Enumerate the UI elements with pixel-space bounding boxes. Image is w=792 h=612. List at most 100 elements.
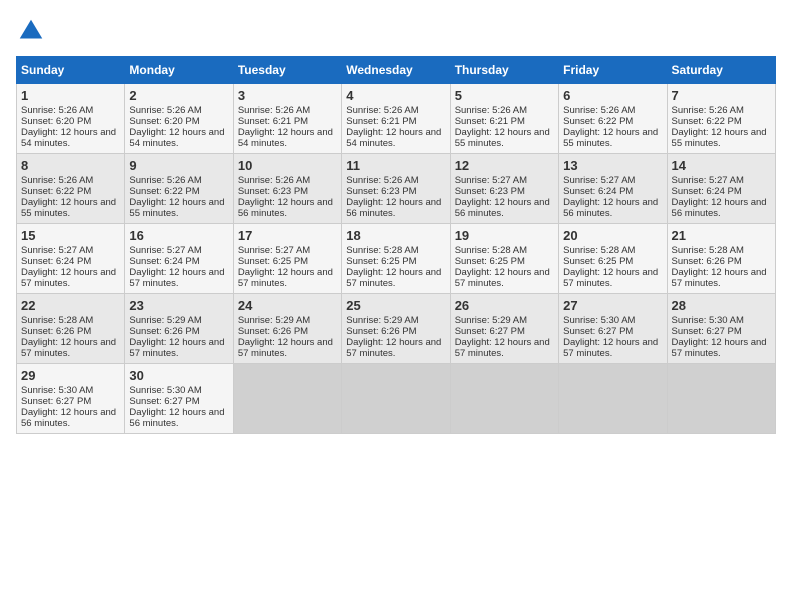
sunrise-text: Sunrise: 5:26 AM: [346, 175, 445, 186]
daylight-text: Daylight: 12 hours and 57 minutes.: [455, 337, 554, 359]
daylight-text: Daylight: 12 hours and 57 minutes.: [238, 267, 337, 289]
day-number: 22: [21, 298, 120, 313]
calendar-cell: 5Sunrise: 5:26 AMSunset: 6:21 PMDaylight…: [450, 84, 558, 154]
day-number: 4: [346, 88, 445, 103]
sunset-text: Sunset: 6:25 PM: [346, 256, 445, 267]
daylight-text: Daylight: 12 hours and 54 minutes.: [238, 127, 337, 149]
sunrise-text: Sunrise: 5:27 AM: [672, 175, 771, 186]
calendar-cell: 26Sunrise: 5:29 AMSunset: 6:27 PMDayligh…: [450, 294, 558, 364]
sunrise-text: Sunrise: 5:26 AM: [129, 175, 228, 186]
calendar-week-row: 29Sunrise: 5:30 AMSunset: 6:27 PMDayligh…: [17, 364, 776, 434]
day-number: 14: [672, 158, 771, 173]
sunset-text: Sunset: 6:22 PM: [129, 186, 228, 197]
calendar-cell: 12Sunrise: 5:27 AMSunset: 6:23 PMDayligh…: [450, 154, 558, 224]
daylight-text: Daylight: 12 hours and 57 minutes.: [563, 337, 662, 359]
calendar-cell: [233, 364, 341, 434]
sunrise-text: Sunrise: 5:28 AM: [455, 245, 554, 256]
sunset-text: Sunset: 6:22 PM: [672, 116, 771, 127]
day-number: 12: [455, 158, 554, 173]
day-number: 17: [238, 228, 337, 243]
calendar-week-row: 1Sunrise: 5:26 AMSunset: 6:20 PMDaylight…: [17, 84, 776, 154]
sunset-text: Sunset: 6:25 PM: [563, 256, 662, 267]
sunset-text: Sunset: 6:27 PM: [563, 326, 662, 337]
calendar-cell: 1Sunrise: 5:26 AMSunset: 6:20 PMDaylight…: [17, 84, 125, 154]
calendar-cell: 13Sunrise: 5:27 AMSunset: 6:24 PMDayligh…: [559, 154, 667, 224]
day-number: 13: [563, 158, 662, 173]
calendar-week-row: 15Sunrise: 5:27 AMSunset: 6:24 PMDayligh…: [17, 224, 776, 294]
logo-icon: [16, 16, 46, 46]
day-number: 27: [563, 298, 662, 313]
sunset-text: Sunset: 6:26 PM: [238, 326, 337, 337]
daylight-text: Daylight: 12 hours and 56 minutes.: [21, 407, 120, 429]
day-number: 23: [129, 298, 228, 313]
sunrise-text: Sunrise: 5:27 AM: [129, 245, 228, 256]
sunrise-text: Sunrise: 5:29 AM: [238, 315, 337, 326]
daylight-text: Daylight: 12 hours and 55 minutes.: [455, 127, 554, 149]
sunrise-text: Sunrise: 5:28 AM: [21, 315, 120, 326]
day-number: 5: [455, 88, 554, 103]
calendar-cell: 25Sunrise: 5:29 AMSunset: 6:26 PMDayligh…: [342, 294, 450, 364]
calendar-cell: 11Sunrise: 5:26 AMSunset: 6:23 PMDayligh…: [342, 154, 450, 224]
page-header: [16, 16, 776, 46]
day-number: 25: [346, 298, 445, 313]
calendar-cell: 18Sunrise: 5:28 AMSunset: 6:25 PMDayligh…: [342, 224, 450, 294]
sunset-text: Sunset: 6:22 PM: [21, 186, 120, 197]
sunset-text: Sunset: 6:24 PM: [21, 256, 120, 267]
sunrise-text: Sunrise: 5:26 AM: [672, 105, 771, 116]
day-number: 30: [129, 368, 228, 383]
header-sunday: Sunday: [17, 57, 125, 84]
day-number: 28: [672, 298, 771, 313]
calendar-cell: [342, 364, 450, 434]
header-tuesday: Tuesday: [233, 57, 341, 84]
sunrise-text: Sunrise: 5:30 AM: [672, 315, 771, 326]
calendar-cell: [559, 364, 667, 434]
calendar-cell: 19Sunrise: 5:28 AMSunset: 6:25 PMDayligh…: [450, 224, 558, 294]
calendar-cell: 8Sunrise: 5:26 AMSunset: 6:22 PMDaylight…: [17, 154, 125, 224]
day-number: 7: [672, 88, 771, 103]
calendar-cell: 23Sunrise: 5:29 AMSunset: 6:26 PMDayligh…: [125, 294, 233, 364]
sunset-text: Sunset: 6:27 PM: [21, 396, 120, 407]
header-friday: Friday: [559, 57, 667, 84]
calendar-cell: 27 Sunrise: 5:30 AMSunset: 6:27 PMDayligh…: [559, 294, 667, 364]
sunset-text: Sunset: 6:21 PM: [346, 116, 445, 127]
sunset-text: Sunset: 6:26 PM: [672, 256, 771, 267]
sunrise-text: Sunrise: 5:26 AM: [346, 105, 445, 116]
sunset-text: Sunset: 6:24 PM: [129, 256, 228, 267]
header-monday: Monday: [125, 57, 233, 84]
calendar-cell: 9Sunrise: 5:26 AMSunset: 6:22 PMDaylight…: [125, 154, 233, 224]
calendar-cell: 4Sunrise: 5:26 AMSunset: 6:21 PMDaylight…: [342, 84, 450, 154]
day-number: 19: [455, 228, 554, 243]
day-number: 3: [238, 88, 337, 103]
sunset-text: Sunset: 6:27 PM: [129, 396, 228, 407]
daylight-text: Daylight: 12 hours and 55 minutes.: [129, 197, 228, 219]
daylight-text: Daylight: 12 hours and 57 minutes.: [455, 267, 554, 289]
sunset-text: Sunset: 6:23 PM: [238, 186, 337, 197]
day-number: 29: [21, 368, 120, 383]
daylight-text: Daylight: 12 hours and 57 minutes.: [346, 337, 445, 359]
sunrise-text: Sunrise: 5:29 AM: [455, 315, 554, 326]
sunrise-text: Sunrise: 5:26 AM: [21, 175, 120, 186]
sunset-text: Sunset: 6:23 PM: [346, 186, 445, 197]
sunrise-text: Sunrise: 5:28 AM: [346, 245, 445, 256]
calendar-cell: 14Sunrise: 5:27 AMSunset: 6:24 PMDayligh…: [667, 154, 775, 224]
day-number: 21: [672, 228, 771, 243]
sunrise-text: Sunrise: 5:30 AM: [563, 315, 662, 326]
sunset-text: Sunset: 6:26 PM: [129, 326, 228, 337]
header-wednesday: Wednesday: [342, 57, 450, 84]
sunrise-text: Sunrise: 5:30 AM: [129, 385, 228, 396]
calendar-cell: 16Sunrise: 5:27 AMSunset: 6:24 PMDayligh…: [125, 224, 233, 294]
daylight-text: Daylight: 12 hours and 54 minutes.: [129, 127, 228, 149]
calendar-cell: 30Sunrise: 5:30 AMSunset: 6:27 PMDayligh…: [125, 364, 233, 434]
sunset-text: Sunset: 6:27 PM: [672, 326, 771, 337]
header-saturday: Saturday: [667, 57, 775, 84]
sunset-text: Sunset: 6:26 PM: [21, 326, 120, 337]
calendar-cell: 20Sunrise: 5:28 AMSunset: 6:25 PMDayligh…: [559, 224, 667, 294]
sunrise-text: Sunrise: 5:26 AM: [238, 175, 337, 186]
sunset-text: Sunset: 6:24 PM: [563, 186, 662, 197]
sunrise-text: Sunrise: 5:26 AM: [455, 105, 554, 116]
daylight-text: Daylight: 12 hours and 55 minutes.: [672, 127, 771, 149]
sunset-text: Sunset: 6:27 PM: [455, 326, 554, 337]
daylight-text: Daylight: 12 hours and 55 minutes.: [21, 197, 120, 219]
daylight-text: Daylight: 12 hours and 57 minutes.: [672, 267, 771, 289]
header-thursday: Thursday: [450, 57, 558, 84]
